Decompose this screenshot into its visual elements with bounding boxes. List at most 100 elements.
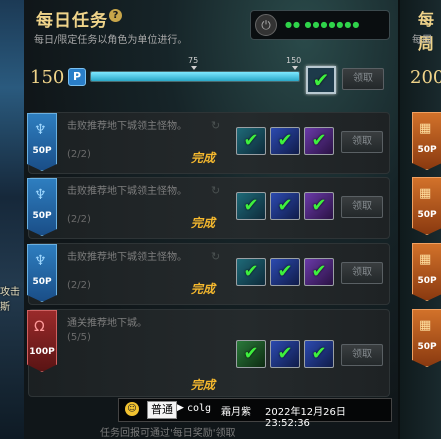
calendar-icon: ▦ — [419, 318, 432, 333]
weekly-banner-points: 50P — [417, 342, 437, 352]
status-dots: ●● ●●●●●●● — [285, 20, 361, 29]
reward-item[interactable]: ✔ — [270, 192, 300, 220]
check-icon: ✔ — [243, 343, 259, 364]
trophy-icon: ♆ — [34, 122, 47, 138]
task-progress-count: (5/5) — [67, 332, 91, 343]
daily-task-panel: 每日任务 ? 每日/限定任务以角色为单位进行。 ⏻ ●● ●●●●●●● 150… — [24, 0, 398, 439]
task-points: 100P — [29, 347, 55, 357]
progress-fill — [91, 72, 299, 81]
check-icon: ✔ — [312, 68, 330, 92]
left-strip-text-2: 斯 — [0, 302, 10, 313]
task-points-banner: ♆ 50P — [27, 244, 57, 302]
panel-subtitle: 每日/限定任务以角色为单位进行。 — [34, 35, 188, 46]
task-name: 击败推荐地下城领主怪物。 — [67, 252, 187, 263]
task-row: Ω 100P 通关推荐地下城。 (5/5) 完成 ✔ ✔ ✔ 领取 — [27, 309, 390, 397]
task-points-banner: ♆ 50P — [27, 113, 57, 171]
weekly-title: 每周 — [418, 10, 435, 53]
refresh-icon: ↻ — [211, 184, 221, 197]
refresh-icon: ↻ — [211, 119, 221, 132]
check-icon: ✔ — [311, 130, 327, 151]
task-points: 50P — [32, 277, 52, 287]
weekly-points-banner: ▦ 50P — [412, 309, 441, 367]
current-points: 150 — [30, 67, 65, 88]
chat-channel-tab[interactable]: 普通 — [147, 401, 177, 419]
reward-item[interactable]: ✔ — [236, 127, 266, 155]
progress-tick-75: 75 — [188, 56, 199, 65]
background-left-strip — [0, 0, 24, 439]
footer-hint: 任务回报可通过'每日奖励'领取 — [100, 428, 236, 439]
task-points-banner: Ω 100P — [27, 310, 57, 372]
weekly-task-panel-partial: 每周 每周 200 ▦ 50P ▦ 50P ▦ 50P ▦ 50P — [398, 0, 441, 439]
weekly-banner-points: 50P — [417, 145, 437, 155]
check-icon: ✔ — [311, 195, 327, 216]
check-icon: ✔ — [277, 195, 293, 216]
emoji-icon[interactable]: ☺ — [125, 402, 139, 416]
task-status: 完成 — [191, 378, 216, 392]
power-icon[interactable]: ⏻ — [255, 14, 277, 36]
milestone-reward-item[interactable]: ✔ — [306, 66, 336, 94]
task-points: 50P — [32, 146, 52, 156]
task-claim-button[interactable]: 领取 — [341, 131, 383, 153]
reward-item[interactable]: ✔ — [304, 340, 334, 368]
reward-item[interactable]: ✔ — [236, 340, 266, 368]
weekly-points-banner: ▦ 50P — [412, 177, 441, 235]
reward-item[interactable]: ✔ — [304, 192, 334, 220]
task-progress-count: (2/2) — [67, 280, 91, 291]
points-badge-icon: P — [68, 68, 86, 86]
task-progress-count: (2/2) — [67, 149, 91, 160]
weekly-points: 200 — [410, 67, 441, 88]
check-icon: ✔ — [243, 261, 259, 282]
reward-item[interactable]: ✔ — [236, 192, 266, 220]
task-name: 通关推荐地下城。 — [67, 318, 147, 329]
task-row: ♆ 50P 击败推荐地下城领主怪物。 (2/2) ↻ 完成 ✔ ✔ ✔ 领取 — [27, 112, 390, 174]
chat-username: colg — [187, 403, 212, 414]
question-icon[interactable]: ? — [109, 9, 122, 22]
weekly-points-banner: ▦ 50P — [412, 112, 441, 170]
trophy-icon: ♆ — [34, 187, 47, 203]
task-status: 完成 — [191, 216, 216, 230]
check-icon: ✔ — [311, 343, 327, 364]
task-row: ♆ 50P 击败推荐地下城领主怪物。 (2/2) ↻ 完成 ✔ ✔ ✔ 领取 — [27, 243, 390, 305]
chat-server: 霜月紫 — [221, 407, 251, 418]
weekly-banner-points: 50P — [417, 276, 437, 286]
calendar-icon: ▦ — [419, 252, 432, 267]
reward-item[interactable]: ✔ — [270, 340, 300, 368]
refresh-icon: ↻ — [211, 250, 221, 263]
check-icon: ✔ — [243, 130, 259, 151]
trophy-icon: ♆ — [34, 253, 47, 269]
task-status: 完成 — [191, 282, 216, 296]
task-name: 击败推荐地下城领主怪物。 — [67, 121, 187, 132]
points-progress-bar — [90, 71, 300, 82]
horseshoe-icon: Ω — [34, 319, 45, 335]
check-icon: ✔ — [243, 195, 259, 216]
check-icon: ✔ — [311, 261, 327, 282]
task-progress-count: (2/2) — [67, 214, 91, 225]
chat-overlay: ☺ 普通 ▶ colg 霜月紫 2022年12月26日 23:52:36 — [118, 398, 392, 429]
task-status: 完成 — [191, 151, 216, 165]
milestone-claim-button[interactable]: 领取 — [342, 68, 384, 90]
calendar-icon: ▦ — [419, 186, 432, 201]
task-row: ♆ 50P 击败推荐地下城领主怪物。 (2/2) ↻ 完成 ✔ ✔ ✔ 领取 — [27, 177, 390, 239]
reward-item[interactable]: ✔ — [270, 258, 300, 286]
play-arrow-icon: ▶ — [177, 403, 184, 413]
task-points-banner: ♆ 50P — [27, 178, 57, 236]
task-claim-button[interactable]: 领取 — [341, 262, 383, 284]
check-icon: ✔ — [277, 130, 293, 151]
task-name: 击败推荐地下城领主怪物。 — [67, 186, 187, 197]
progress-tick-150: 150 — [286, 56, 302, 65]
left-strip-text: 攻击 — [0, 287, 20, 298]
connection-status-box: ⏻ ●● ●●●●●●● — [250, 10, 390, 40]
weekly-banner-points: 50P — [417, 210, 437, 220]
task-claim-button[interactable]: 领取 — [341, 344, 383, 366]
tick-marker — [292, 66, 298, 70]
reward-item[interactable]: ✔ — [304, 127, 334, 155]
tick-marker — [191, 66, 197, 70]
reward-item[interactable]: ✔ — [270, 127, 300, 155]
reward-item[interactable]: ✔ — [236, 258, 266, 286]
weekly-subtitle: 每周 — [412, 35, 432, 46]
check-icon: ✔ — [277, 261, 293, 282]
task-claim-button[interactable]: 领取 — [341, 196, 383, 218]
calendar-icon: ▦ — [419, 121, 432, 136]
task-points: 50P — [32, 211, 52, 221]
reward-item[interactable]: ✔ — [304, 258, 334, 286]
